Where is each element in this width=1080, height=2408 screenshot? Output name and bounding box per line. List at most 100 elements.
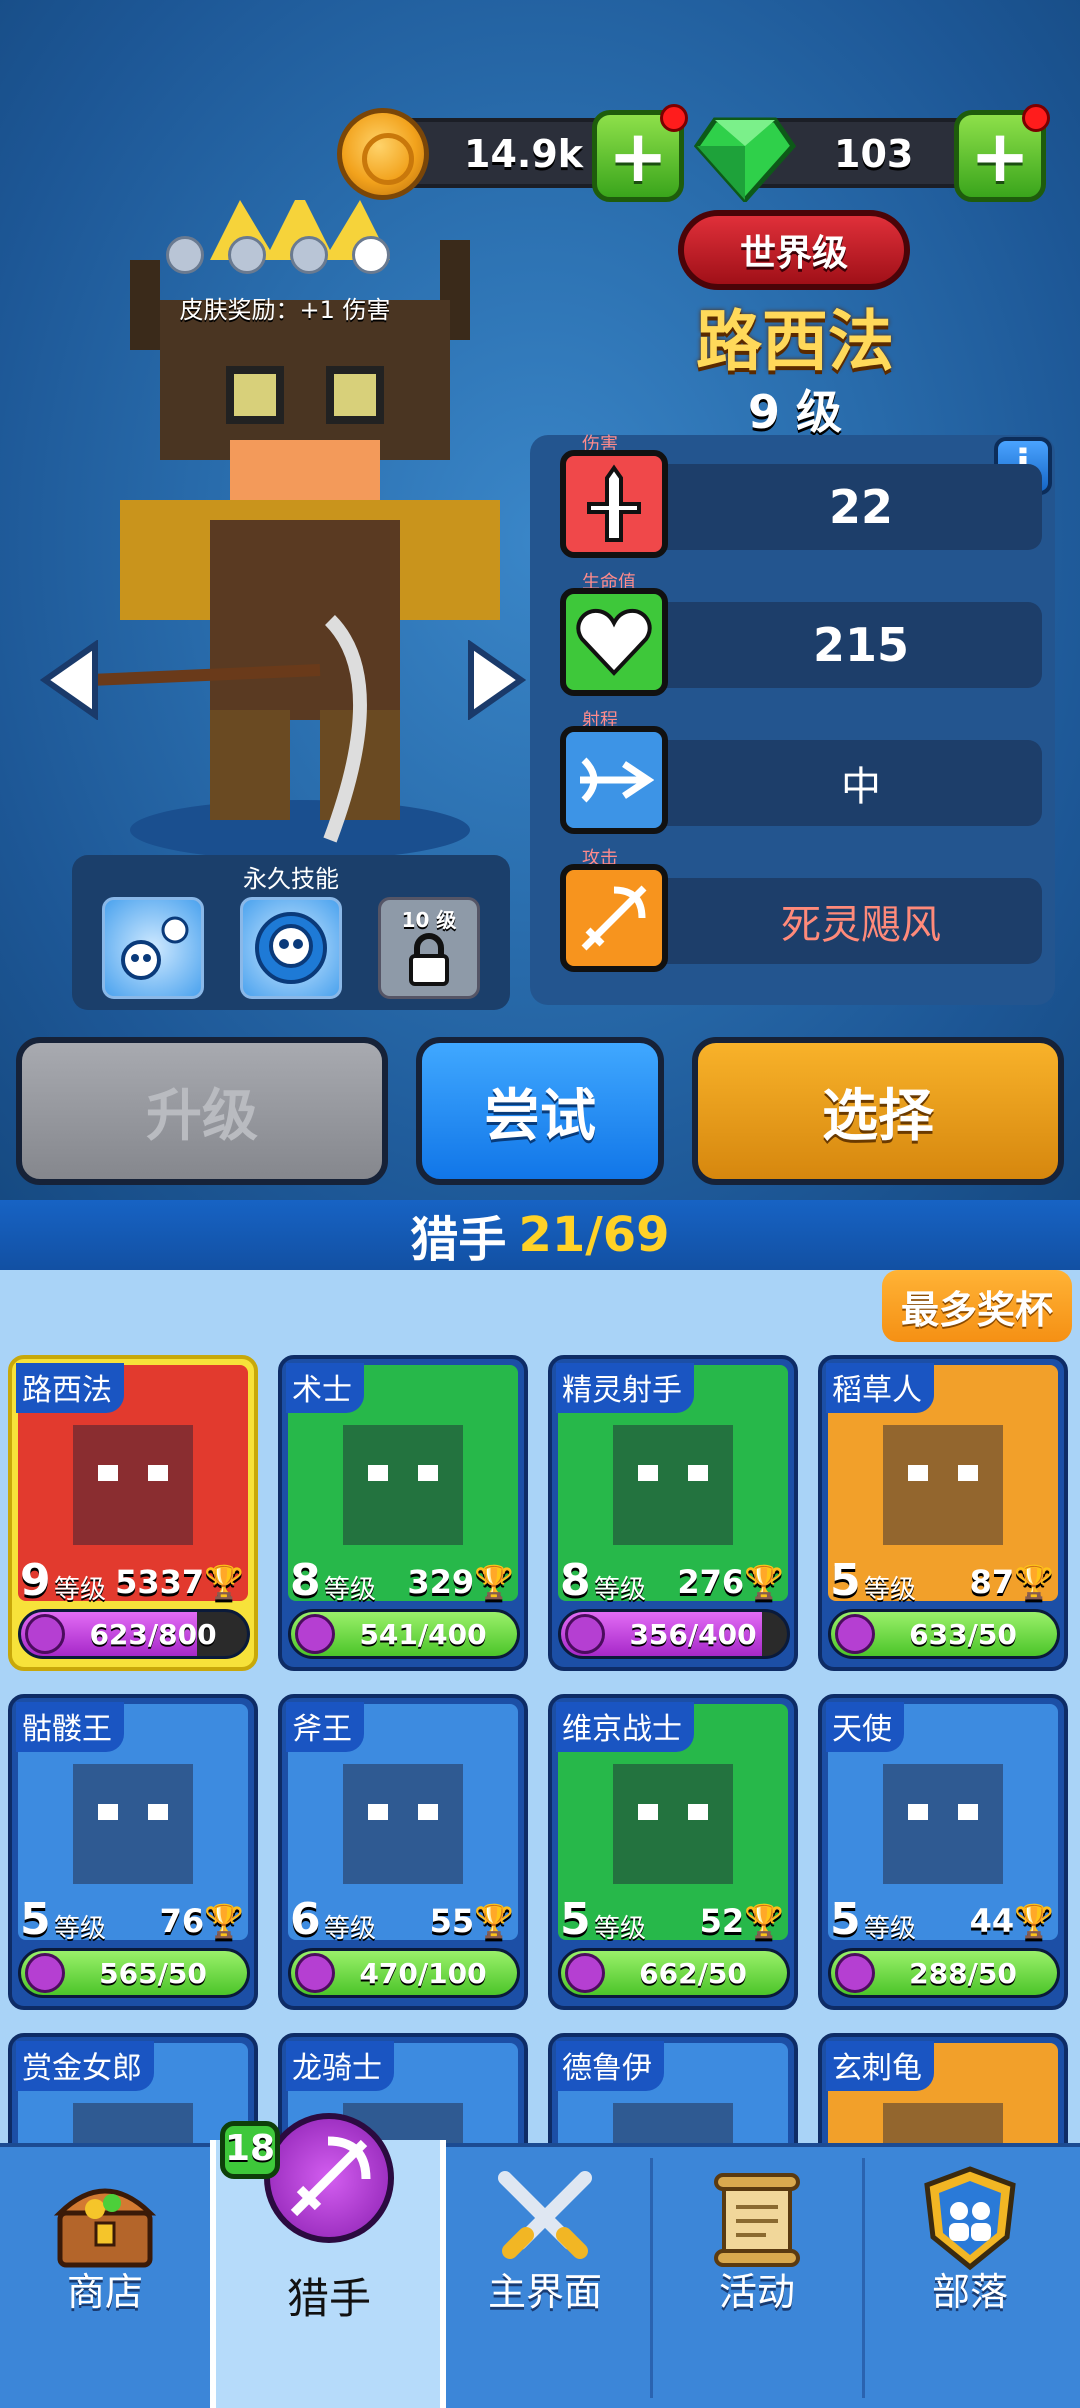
nav-item-main[interactable]: 主界面 bbox=[440, 2143, 650, 2408]
gem-icon bbox=[694, 117, 796, 202]
hunter-level: 5 bbox=[560, 1894, 591, 1945]
trophy-icon: 🏆 bbox=[204, 1563, 244, 1601]
hunter-card-progress: 623/800 bbox=[18, 1609, 250, 1659]
trophy-icon: 🏆 bbox=[1014, 1563, 1054, 1601]
nav-label-events: 活动 bbox=[718, 2270, 795, 2314]
section-title: 猎手 bbox=[410, 1212, 507, 1268]
heart-icon bbox=[560, 588, 668, 696]
hunter-level: 8 bbox=[560, 1555, 591, 1606]
hunter-name: 赏金女郎 bbox=[16, 2041, 154, 2091]
stat-range: 射程 中 bbox=[560, 710, 1044, 834]
rarity-badge: 世界级 bbox=[678, 210, 910, 290]
skin-progress-dots bbox=[166, 236, 406, 276]
hunter-trophies: 5337🏆 bbox=[115, 1563, 244, 1601]
trophy-icon: 🏆 bbox=[744, 1902, 784, 1940]
trophy-icon: 🏆 bbox=[474, 1563, 514, 1601]
hunter-card-progress: 662/50 bbox=[558, 1948, 790, 1998]
try-button[interactable]: 尝试 bbox=[416, 1037, 664, 1185]
locked-skill-slot: 10 级 bbox=[378, 897, 480, 999]
nav-label-main: 主界面 bbox=[487, 2270, 602, 2314]
hunter-card[interactable]: 路西法 9 等级 5337🏆 623/800 bbox=[8, 1355, 258, 1671]
gem-value: 103 bbox=[834, 132, 914, 176]
permanent-skills-panel: 永久技能 10 级 bbox=[72, 855, 510, 1010]
hunter-level: 5 bbox=[830, 1555, 861, 1606]
hunter-card-progress: 356/400 bbox=[558, 1609, 790, 1659]
stat-range-value: 中 bbox=[841, 764, 881, 810]
hunter-card-progress: 470/100 bbox=[288, 1948, 520, 1998]
hunter-level: 8 bbox=[290, 1555, 321, 1606]
hunter-trophies: 55🏆 bbox=[429, 1902, 514, 1940]
nav-item-events[interactable]: 活动 bbox=[652, 2143, 862, 2408]
progress-text: 541/400 bbox=[359, 1617, 487, 1651]
crossbow-icon bbox=[560, 864, 668, 972]
nav-label-shop: 商店 bbox=[66, 2270, 143, 2314]
hunter-card[interactable]: 精灵射手 8 等级 276🏆 356/400 bbox=[548, 1355, 798, 1671]
stat-attack: 攻击 死灵飓风 bbox=[560, 848, 1044, 972]
crossbow-card-icon bbox=[295, 1953, 335, 1993]
hunter-card[interactable]: 斧王 6 等级 55🏆 470/100 bbox=[278, 1694, 528, 2010]
previous-hero-arrow[interactable] bbox=[40, 640, 100, 720]
hunter-card[interactable]: 维京战士 5 等级 52🏆 662/50 bbox=[548, 1694, 798, 2010]
hunter-level-suffix: 等级 bbox=[864, 1575, 917, 1605]
hunter-name: 稻草人 bbox=[826, 1363, 934, 1413]
crossed-swords-icon bbox=[498, 2171, 592, 2259]
crossbow-card-icon bbox=[835, 1614, 875, 1654]
nav-item-clan[interactable]: 部落 bbox=[865, 2143, 1075, 2408]
next-hero-arrow[interactable] bbox=[466, 640, 526, 720]
nav-label-clan: 部落 bbox=[931, 2270, 1008, 2314]
hunter-name: 龙骑士 bbox=[286, 2041, 394, 2091]
progress-text: 623/800 bbox=[89, 1617, 217, 1651]
progress-text: 288/50 bbox=[909, 1956, 1017, 1990]
crossbow-card-icon bbox=[565, 1953, 605, 1993]
progress-text: 565/50 bbox=[99, 1956, 207, 1990]
hunter-name: 术士 bbox=[286, 1363, 364, 1413]
hunters-badge-count: 18 bbox=[220, 2121, 280, 2179]
hunter-trophies: 276🏆 bbox=[677, 1563, 784, 1601]
nav-label-hunters: 猎手 bbox=[286, 2274, 371, 2323]
treasure-chest-icon bbox=[53, 2188, 157, 2268]
hunter-card[interactable]: 骷髅王 5 等级 76🏆 565/50 bbox=[8, 1694, 258, 2010]
hunter-card-progress: 633/50 bbox=[828, 1609, 1060, 1659]
coin-value: 14.9k bbox=[464, 132, 584, 176]
hunter-level-suffix: 等级 bbox=[864, 1914, 917, 1944]
hunter-level: 6 bbox=[290, 1894, 321, 1945]
progress-text: 662/50 bbox=[639, 1956, 747, 1990]
crossbow-card-icon bbox=[835, 1953, 875, 1993]
scroll-icon bbox=[714, 2173, 800, 2267]
progress-text: 633/50 bbox=[909, 1617, 1017, 1651]
hunter-card[interactable]: 天使 5 等级 44🏆 288/50 bbox=[818, 1694, 1068, 2010]
hunter-name: 维京战士 bbox=[556, 1702, 694, 1752]
hunter-level-suffix: 等级 bbox=[54, 1575, 107, 1605]
dagger-icon bbox=[560, 450, 668, 558]
hunter-trophies: 76🏆 bbox=[159, 1902, 244, 1940]
lock-icon bbox=[409, 933, 449, 986]
crossbow-card-icon bbox=[295, 1614, 335, 1654]
upgrade-button[interactable]: 升级 bbox=[16, 1037, 388, 1185]
skin-bonus-label: 皮肤奖励：+1 伤害 bbox=[179, 296, 391, 324]
hunter-card[interactable]: 术士 8 等级 329🏆 541/400 bbox=[278, 1355, 528, 1671]
crossbow-card-icon bbox=[25, 1614, 65, 1654]
sort-by-trophies-button[interactable]: 最多奖杯 bbox=[882, 1270, 1072, 1342]
hunter-level-suffix: 等级 bbox=[54, 1914, 107, 1944]
hunter-name: 路西法 bbox=[16, 1363, 124, 1413]
notification-dot bbox=[660, 104, 688, 132]
hunter-name: 玄刺龟 bbox=[826, 2041, 934, 2091]
hunter-card[interactable]: 稻草人 5 等级 87🏆 633/50 bbox=[818, 1355, 1068, 1671]
stat-health: 生命值 215 bbox=[560, 572, 1044, 696]
nav-item-shop[interactable]: 商店 bbox=[0, 2143, 210, 2408]
nav-item-hunters[interactable]: 18 猎手 bbox=[218, 2113, 440, 2408]
hunter-level-suffix: 等级 bbox=[594, 1575, 647, 1605]
hunter-level-suffix: 等级 bbox=[594, 1914, 647, 1944]
hunter-card-progress: 541/400 bbox=[288, 1609, 520, 1659]
skull-vortex-skill-icon[interactable] bbox=[240, 897, 342, 999]
stat-damage: 伤害 22 bbox=[560, 434, 1044, 558]
skull-swarm-skill-icon[interactable] bbox=[102, 897, 204, 999]
hunter-name: 骷髅王 bbox=[16, 1702, 124, 1752]
select-button[interactable]: 选择 bbox=[692, 1037, 1064, 1185]
hunters-section-header: 猎手 21/69 bbox=[0, 1200, 1080, 1270]
crossbow-card-icon bbox=[25, 1953, 65, 1993]
hunter-name: 天使 bbox=[826, 1702, 904, 1752]
hunter-level: 5 bbox=[830, 1894, 861, 1945]
hunter-level: 5 bbox=[20, 1894, 51, 1945]
crossbow-badge-icon bbox=[264, 2113, 394, 2243]
